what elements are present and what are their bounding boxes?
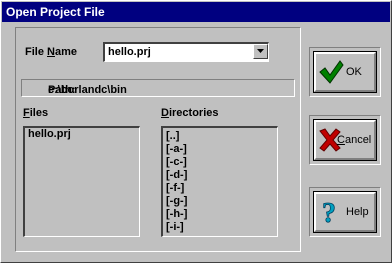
- list-item[interactable]: [-g-]: [163, 195, 277, 208]
- files-listbox[interactable]: hello.prj: [23, 126, 140, 237]
- checkmark-icon: [319, 60, 344, 84]
- list-item[interactable]: hello.prj: [25, 128, 139, 141]
- open-project-dialog: Open Project File File Name hello.prj Pa…: [0, 0, 392, 263]
- list-item[interactable]: [..]: [163, 130, 277, 143]
- dialog-title: Open Project File: [2, 2, 390, 22]
- list-item[interactable]: [-c-]: [163, 156, 277, 169]
- question-mark-icon: ?: [322, 198, 337, 226]
- list-item[interactable]: [-h-]: [163, 208, 277, 221]
- list-item[interactable]: [-d-]: [163, 169, 277, 182]
- files-label: Files: [23, 107, 49, 119]
- list-item[interactable]: [-f-]: [163, 182, 277, 195]
- path-display: Path: c:\borlandc\bin: [21, 79, 295, 97]
- path-value: c:\borlandc\bin: [48, 84, 127, 96]
- dropdown-button[interactable]: [253, 44, 268, 59]
- svg-text:?: ?: [322, 198, 336, 226]
- list-item[interactable]: [-a-]: [163, 143, 277, 156]
- cancel-button[interactable]: Cancel: [313, 119, 377, 161]
- file-name-combobox[interactable]: hello.prj: [103, 42, 269, 62]
- directories-listbox[interactable]: [..] [-a-] [-c-] [-d-] [-f-] [-g-] [-h-]…: [161, 126, 278, 237]
- directories-label: Directories: [161, 107, 219, 119]
- chevron-down-icon: [257, 49, 264, 53]
- file-name-label: File Name: [25, 46, 77, 58]
- help-button[interactable]: ? Help: [313, 191, 377, 233]
- list-item[interactable]: [-i-]: [163, 221, 277, 234]
- file-name-input[interactable]: hello.prj: [108, 46, 151, 58]
- ok-button[interactable]: OK: [313, 51, 377, 93]
